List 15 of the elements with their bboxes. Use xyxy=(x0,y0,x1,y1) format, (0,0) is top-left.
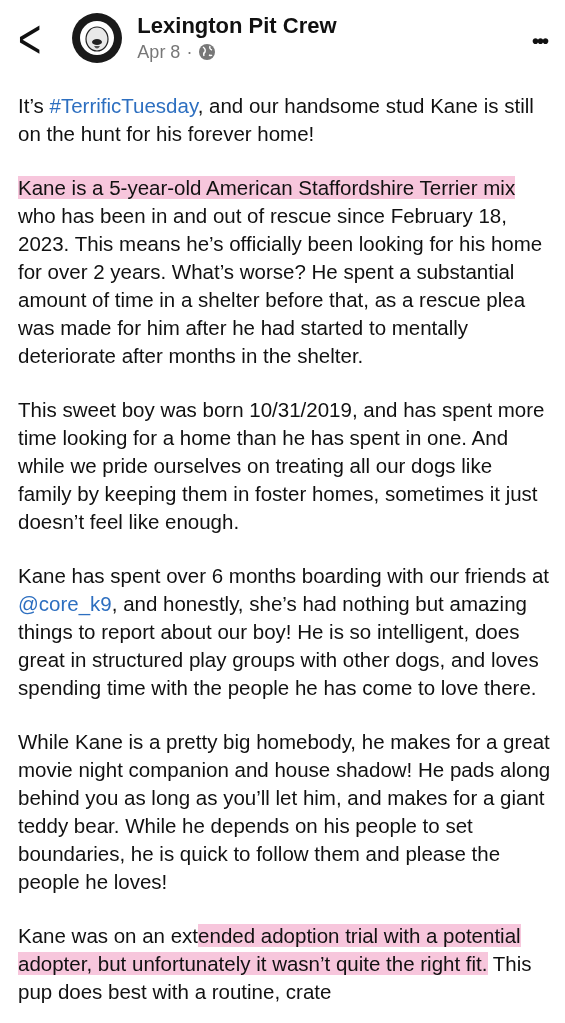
post-paragraph: While Kane is a pretty big homebody, he makes for a great movie night companion and house shadow! He pads along behind you as long as you’ll let him, and makes for a giant teddy bear. While he depends on his people to set boundaries, he is quick to follow them and please the people he loves! xyxy=(18,729,551,895)
post-date: Apr 8 xyxy=(137,41,181,64)
back-button[interactable]: < xyxy=(18,10,42,66)
post-paragraph: Kane was on an extended adoption trial with a potential adopter, but unfortunately it wasn’t quite the right fit. This pup does best with a routine, crate xyxy=(18,923,533,1005)
globe-icon xyxy=(198,43,217,61)
post-paragraph: Kane is a 5-year-old American Staffordshire Terrier mix who has been in and out of rescue since February 18, 2023. This means he’s officially been looking for his home for over 2 years. What’s worse? He spent a substantial amount of time in a shelter before that, as a rescue plea was made for him after he had started to mentally deteriorate after months in the shelter. xyxy=(18,175,544,369)
logo-icon xyxy=(71,12,124,64)
post-paragraph: This sweet boy was born 10/31/2019, and has spent more time looking for a home than he has spent in one. And while we pride ourselves on treating all our dogs like family by keeping them in foster homes, sometimes it just doesn’t feel like enough. xyxy=(18,397,546,535)
more-button[interactable]: ••• xyxy=(532,26,547,56)
separator-dot: · xyxy=(186,41,193,64)
page-name[interactable]: Lexington Pit Crew xyxy=(137,12,532,40)
post-link[interactable]: @core_k9 xyxy=(18,592,112,615)
post-link[interactable]: #TerrificTuesday xyxy=(49,94,198,117)
post-paragraph: It’s #TerrificTuesday, and our handsome stud Kane is still on the hunt for his forever home! xyxy=(18,93,535,147)
post-paragraph: Kane has spent over 6 months boarding with our friends at @core_k9, and honestly, she’s had nothing but amazing things to report about our boy! He is so intelligent, does great in structured play groups with other dogs, and loves spending time with the people he has come to love there. xyxy=(18,563,551,701)
